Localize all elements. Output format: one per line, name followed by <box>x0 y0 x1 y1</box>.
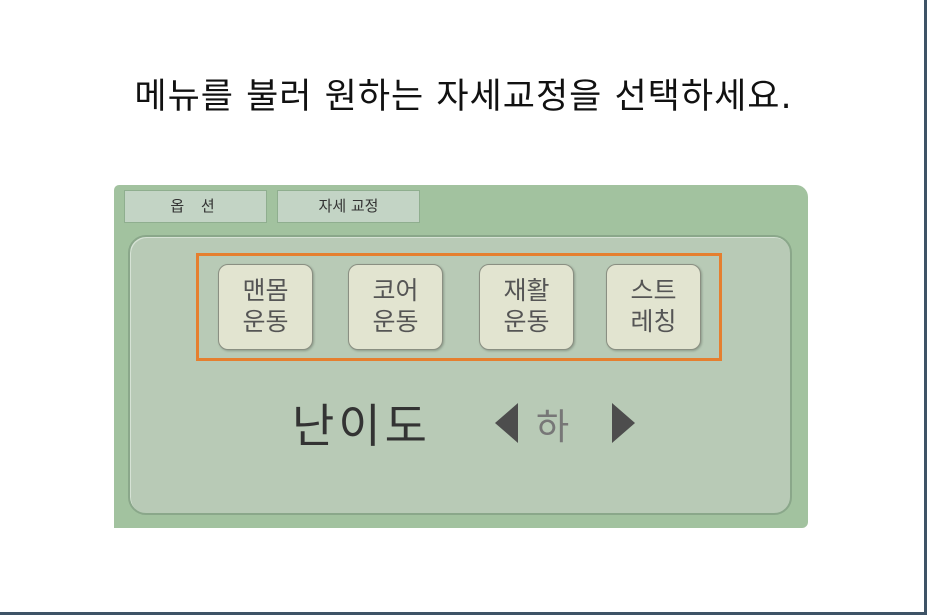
button-label-line2: 운동 <box>242 307 289 336</box>
button-label-line2: 운동 <box>372 307 419 336</box>
button-label-line1: 코어 <box>372 276 419 305</box>
tab-posture-correction[interactable]: 자세 교정 <box>277 190 420 223</box>
button-label-line2: 운동 <box>503 307 550 336</box>
button-label-line2: 레칭 <box>630 307 677 336</box>
instruction-text: 메뉴를 불러 원하는 자세교정을 선택하세요. <box>134 77 793 117</box>
button-label-line1: 맨몸 <box>242 276 289 305</box>
difficulty-increase-arrow-icon[interactable] <box>612 403 635 443</box>
difficulty-decrease-arrow-icon[interactable] <box>495 403 518 443</box>
difficulty-label: 난이도 <box>292 399 431 453</box>
tab-options[interactable]: 옵 션 <box>124 190 267 223</box>
slide-page: 메뉴를 불러 원하는 자세교정을 선택하세요. 옵 션 자세 교정 맨몸 운동 … <box>0 0 927 615</box>
core-exercise-button[interactable]: 코어 운동 <box>348 264 443 350</box>
bodyweight-exercise-button[interactable]: 맨몸 운동 <box>218 264 313 350</box>
button-label-line1: 재활 <box>503 276 550 305</box>
difficulty-value: 하 <box>536 407 570 448</box>
button-label-line1: 스트 <box>630 276 677 305</box>
rehab-exercise-button[interactable]: 재활 운동 <box>479 264 574 350</box>
stretching-button[interactable]: 스트 레칭 <box>606 264 701 350</box>
